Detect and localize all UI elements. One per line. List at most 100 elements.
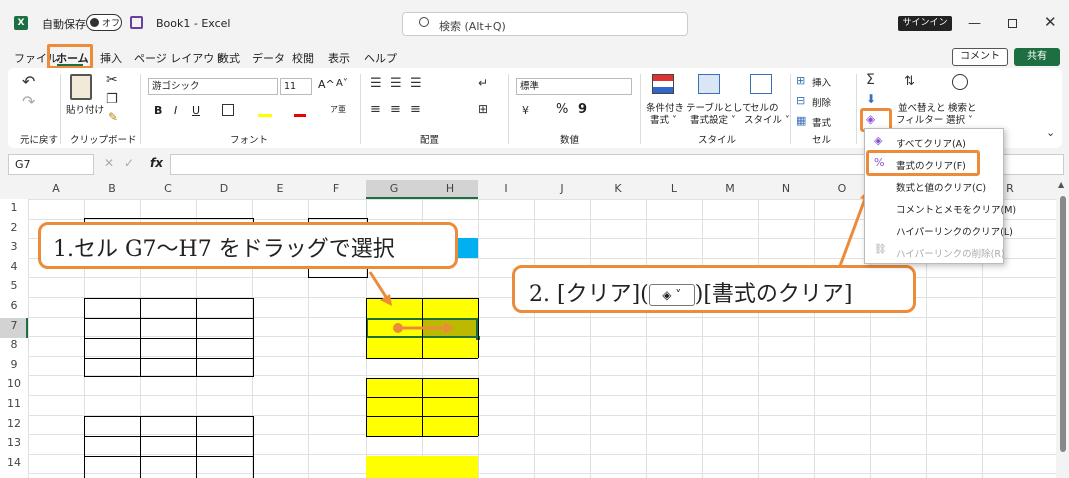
font-shrink-button[interactable]: A˅ [336,78,348,89]
enter-icon[interactable]: ✓ [124,156,134,170]
search-box[interactable]: 検索 (Alt+Q) [402,12,688,36]
menu-item-clear-hyperlinks[interactable]: ハイパーリンクのクリア(L) [896,224,1013,238]
menu-item-clear-all[interactable]: すべてクリア(A) [896,136,966,150]
close-button[interactable]: ✕ [1044,13,1057,31]
format-cells-label[interactable]: 書式 [812,115,831,129]
sort-filter-label2[interactable]: フィルター ˅ [896,112,951,126]
name-box[interactable]: G7 [8,154,94,175]
cyan-cell-h3[interactable] [458,238,478,258]
merge-icon[interactable]: ⊞ [478,102,488,116]
redo-icon[interactable]: ↷ [22,92,35,111]
menu-page-layout[interactable]: ページ レイアウト [134,50,225,66]
autosave-toggle[interactable]: オフ [86,14,122,31]
row-header-6[interactable]: 6 [0,299,28,312]
column-header-M[interactable]: M [702,182,758,195]
italic-button[interactable]: I [174,104,177,117]
minimize-button[interactable]: — [968,16,981,31]
font-name-dropdown[interactable]: 游ゴシック [148,78,278,95]
menu-formulas[interactable]: 数式 [218,50,240,66]
find-select-icon[interactable] [952,74,968,90]
cell-style-label2[interactable]: スタイル ˅ [744,112,790,126]
delete-cells-label[interactable]: 削除 [812,95,831,109]
percent-button[interactable]: % [556,102,568,117]
column-header-D[interactable]: D [196,182,252,195]
insert-cells-icon[interactable]: ⊞ [796,74,805,87]
wrap-text-icon[interactable]: ↵ [478,76,488,90]
row-header-10[interactable]: 10 [0,377,28,390]
table-format-label2[interactable]: 書式設定 ˅ [690,112,736,126]
fill-color-icon[interactable] [258,114,272,117]
ribbon-collapse-icon[interactable]: ⌄ [1046,126,1055,139]
column-header-E[interactable]: E [252,182,308,195]
save-icon[interactable] [130,16,143,29]
maximize-button[interactable] [1008,19,1017,28]
column-header-G[interactable]: G [366,182,422,195]
paste-icon[interactable] [70,74,92,100]
find-select-label2[interactable]: 選択 ˅ [946,112,973,126]
table-format-icon[interactable] [698,74,720,94]
align-center-icon[interactable]: ≡ [390,102,401,117]
cut-icon[interactable]: ✂ [106,72,118,88]
delete-cells-icon[interactable]: ⊟ [796,94,805,107]
cancel-icon[interactable]: ✕ [104,156,114,170]
undo-icon[interactable]: ↶ [22,72,35,91]
menu-data[interactable]: データ [252,50,285,66]
column-header-K[interactable]: K [590,182,646,195]
signin-button[interactable]: サインイン [898,16,952,31]
row-header-14[interactable]: 14 [0,456,28,469]
border-icon[interactable] [222,104,234,116]
menu-view[interactable]: 表示 [328,50,350,66]
format-cells-icon[interactable]: ▦ [796,114,806,127]
cell-style-icon[interactable] [750,74,772,94]
align-bottom-icon[interactable]: ☰ [410,76,422,91]
row-header-9[interactable]: 9 [0,358,28,371]
align-right-icon[interactable]: ≡ [410,102,421,117]
ruby-button[interactable]: ア亜 [330,104,346,115]
underline-button[interactable]: U [192,104,200,117]
row-header-5[interactable]: 5 [0,279,28,292]
menu-review[interactable]: 校閲 [292,50,314,66]
vertical-scroll-thumb[interactable] [1060,196,1066,452]
row-header-13[interactable]: 13 [0,436,28,449]
row-header-8[interactable]: 8 [0,338,28,351]
font-color-icon[interactable] [294,114,306,117]
yellow-range-g14-h14[interactable] [366,456,478,478]
column-header-F[interactable]: F [308,182,364,195]
align-top-icon[interactable]: ☰ [370,76,382,91]
row-header-4[interactable]: 4 [0,260,28,273]
menu-item-clear-contents[interactable]: 数式と値のクリア(C) [896,180,986,194]
row-header-12[interactable]: 12 [0,417,28,430]
row-header-2[interactable]: 2 [0,221,28,234]
column-header-N[interactable]: N [758,182,814,195]
conditional-format-icon[interactable] [652,74,674,94]
copy-icon[interactable]: ❐ [106,92,118,107]
insert-function-button[interactable]: fx [150,156,163,170]
bold-button[interactable]: B [154,104,162,117]
row-header-3[interactable]: 3 [0,240,28,253]
comment-button[interactable]: コメント [952,48,1008,66]
share-button[interactable]: 共有 [1014,48,1060,66]
align-middle-icon[interactable]: ☰ [390,76,402,91]
autosum-icon[interactable]: Σ [866,72,875,88]
column-header-A[interactable]: A [28,182,84,195]
number-format-dropdown[interactable]: 標準 [516,78,632,95]
scroll-up-icon[interactable]: ▲ [1058,180,1064,189]
comma-button[interactable]: 9 [578,102,587,117]
format-painter-icon[interactable]: ✎ [108,110,118,124]
menu-insert[interactable]: 挿入 [100,50,122,66]
paste-label[interactable]: 貼り付け [66,102,104,116]
column-header-J[interactable]: J [534,182,590,195]
column-header-C[interactable]: C [140,182,196,195]
align-left-icon[interactable]: ≡ [370,102,381,117]
currency-icon[interactable]: ¥ [522,104,529,117]
font-size-dropdown[interactable]: 11 [280,78,312,95]
sort-filter-icon[interactable]: ⇅ [904,74,915,89]
insert-cells-label[interactable]: 挿入 [812,75,831,89]
row-header-1[interactable]: 1 [0,201,28,214]
row-header-11[interactable]: 11 [0,397,28,410]
font-grow-button[interactable]: A^ [318,78,335,91]
row-header-7[interactable]: 7 [0,319,28,332]
menu-help[interactable]: ヘルプ [364,50,397,66]
column-header-B[interactable]: B [84,182,140,195]
fill-icon[interactable]: ⬇ [866,92,876,106]
